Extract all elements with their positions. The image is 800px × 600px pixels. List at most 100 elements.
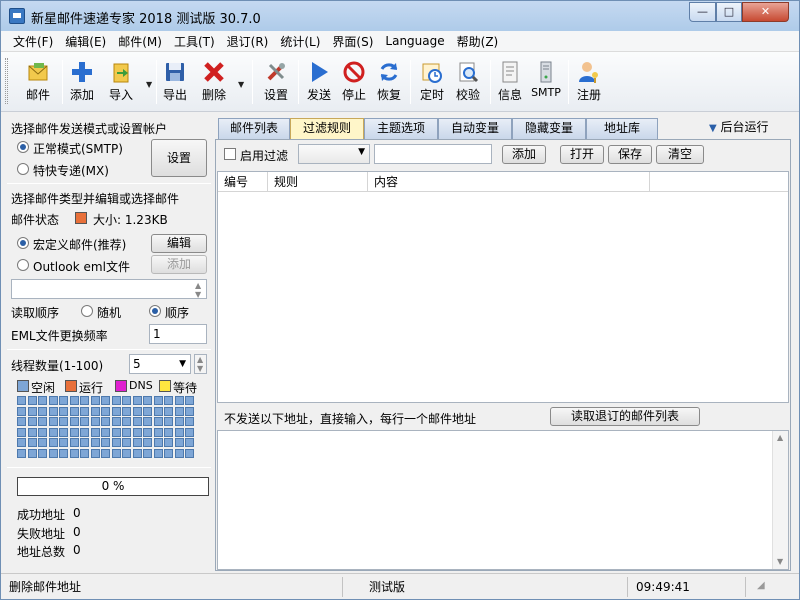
tab-auto-variables[interactable]: 自动变量 <box>438 118 512 139</box>
send-button[interactable]: 发送 <box>302 56 336 108</box>
tab-hidden-variables[interactable]: 隐藏变量 <box>512 118 586 139</box>
thread-cell <box>101 417 110 426</box>
thread-cell <box>143 406 152 416</box>
thread-cell <box>143 417 152 426</box>
read-order-label: 读取顺序 <box>11 306 60 320</box>
export-button[interactable]: 导出 <box>158 56 192 108</box>
menu-edit[interactable]: 编辑(E) <box>59 33 112 50</box>
settings-button[interactable]: 设置 <box>258 56 294 108</box>
thread-cell <box>48 448 58 458</box>
import-dropdown-icon[interactable]: ▼ <box>146 80 152 89</box>
schedule-button[interactable]: 定时 <box>415 56 449 108</box>
thread-cell <box>27 448 37 458</box>
menu-unsubscribe[interactable]: 退订(R) <box>221 33 275 50</box>
thread-cell <box>185 427 194 437</box>
edit-mail-button[interactable]: 编辑 <box>151 234 207 253</box>
thread-cell <box>59 427 68 437</box>
delete-dropdown-icon[interactable]: ▼ <box>238 80 244 89</box>
tab-filter-rules[interactable]: 过滤规则 <box>290 118 364 140</box>
threads-select[interactable]: 5 ▼ <box>129 354 191 374</box>
tab-subject-options[interactable]: 主题选项 <box>364 118 438 139</box>
add-eml-button[interactable]: 添加 <box>151 255 207 274</box>
filter-content-input[interactable] <box>374 144 492 164</box>
outlook-eml-radio[interactable] <box>17 259 29 271</box>
enable-filter-checkbox[interactable] <box>224 148 236 160</box>
close-button[interactable]: ✕ <box>742 2 789 22</box>
eml-file-path-input[interactable] <box>11 279 207 299</box>
mail-icon <box>26 60 50 84</box>
thread-cell <box>132 448 142 458</box>
resume-button[interactable]: 恢复 <box>372 56 406 108</box>
menu-statistics[interactable]: 统计(L) <box>274 33 326 50</box>
path-scroll-up-icon[interactable]: ▲ <box>195 281 201 290</box>
total-label: 地址总数 <box>17 545 66 559</box>
document-icon <box>498 60 522 84</box>
failed-label: 失败地址 <box>17 527 66 541</box>
column-header-content[interactable]: 内容 <box>368 172 650 192</box>
scroll-up-icon[interactable]: ▲ <box>777 433 783 442</box>
mode-normal-label: 正常模式(SMTP) <box>33 142 123 156</box>
thread-cell <box>132 427 142 437</box>
thread-cell <box>101 427 110 437</box>
import-button[interactable]: 导入 <box>104 56 138 108</box>
scroll-down-icon[interactable]: ▼ <box>777 557 783 566</box>
smtp-button[interactable]: SMTP <box>529 56 563 108</box>
register-button[interactable]: 注册 <box>572 56 606 108</box>
eml-frequency-input[interactable]: 1 <box>149 324 207 344</box>
filter-open-button[interactable]: 打开 <box>560 145 604 164</box>
thread-cell <box>143 438 152 447</box>
menu-interface[interactable]: 界面(S) <box>326 33 379 50</box>
menu-language[interactable]: Language <box>379 34 450 48</box>
column-header-number[interactable]: 编号 <box>218 172 268 192</box>
column-header-rule[interactable]: 规则 <box>268 172 368 192</box>
read-unsubscribed-button[interactable]: 读取退订的邮件列表 <box>550 407 700 426</box>
tab-address-book[interactable]: 地址库 <box>586 118 658 139</box>
thread-cell <box>69 406 79 416</box>
delete-button[interactable]: 删除 <box>197 56 231 108</box>
filter-rules-list[interactable]: 编号 规则 内容 <box>217 171 789 403</box>
mail-button[interactable]: 邮件 <box>15 56 61 108</box>
menu-tools[interactable]: 工具(T) <box>168 33 221 50</box>
menu-help[interactable]: 帮助(Z) <box>451 33 505 50</box>
filter-save-button[interactable]: 保存 <box>608 145 652 164</box>
macro-mail-radio[interactable] <box>17 237 29 249</box>
spin-down-icon[interactable]: ▼ <box>197 364 203 373</box>
mail-status-label: 邮件状态 <box>11 213 60 227</box>
threads-spinner[interactable]: ▲ ▼ <box>194 354 207 374</box>
thread-cell <box>80 448 89 458</box>
menu-mail[interactable]: 邮件(M) <box>112 33 168 50</box>
textarea-scrollbar[interactable]: ▲ ▼ <box>772 431 788 569</box>
tab-mail-list[interactable]: 邮件列表 <box>218 118 290 139</box>
info-button[interactable]: 信息 <box>493 56 527 108</box>
resize-grip-icon[interactable]: ◢ <box>757 580 765 591</box>
thread-cell <box>101 396 110 405</box>
add-button[interactable]: 添加 <box>65 56 99 108</box>
path-scroll-down-icon[interactable]: ▼ <box>195 290 201 299</box>
spin-up-icon[interactable]: ▲ <box>197 355 203 364</box>
filter-add-button[interactable]: 添加 <box>502 145 546 164</box>
user-key-icon <box>577 60 601 84</box>
mode-express-radio[interactable] <box>17 163 29 175</box>
thread-cell <box>80 417 89 426</box>
menu-file[interactable]: 文件(F) <box>7 33 59 50</box>
toolbar-separator <box>298 60 299 104</box>
thread-cell <box>174 417 184 426</box>
background-run-toggle[interactable]: ▼ 后台运行 <box>709 118 769 135</box>
order-random-radio[interactable] <box>81 305 93 317</box>
thread-cell <box>111 406 121 416</box>
no-send-address-textarea[interactable]: ▲ ▼ <box>217 430 789 570</box>
thread-cell <box>185 438 194 447</box>
thread-cell <box>27 417 37 426</box>
mode-normal-radio[interactable] <box>17 141 29 153</box>
verify-button[interactable]: 校验 <box>451 56 485 108</box>
filter-type-select[interactable]: ▼ <box>298 144 370 164</box>
order-sequential-radio[interactable] <box>149 305 161 317</box>
minimize-button[interactable]: — <box>689 2 716 22</box>
thread-cell <box>122 396 131 405</box>
filter-clear-button[interactable]: 清空 <box>656 145 704 164</box>
maximize-button[interactable]: □ <box>716 2 742 22</box>
thread-cell <box>17 417 26 426</box>
thread-cell <box>185 406 194 416</box>
mode-settings-button[interactable]: 设置 <box>151 139 207 177</box>
stop-button[interactable]: 停止 <box>337 56 371 108</box>
